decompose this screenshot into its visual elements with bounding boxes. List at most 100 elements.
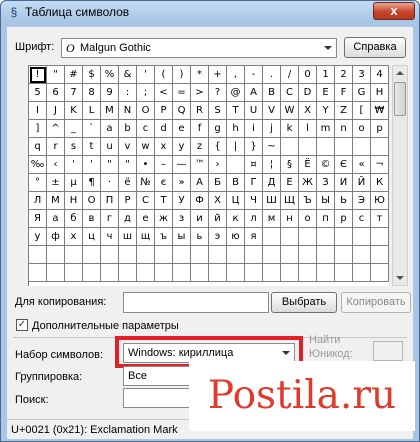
char-cell[interactable]: ± <box>47 174 65 192</box>
char-cell[interactable]: б <box>65 210 83 228</box>
char-cell[interactable]: · <box>101 174 119 192</box>
char-cell[interactable]: Q <box>173 102 191 120</box>
char-cell[interactable]: ` <box>83 120 101 138</box>
char-cell[interactable] <box>317 246 335 264</box>
char-cell[interactable] <box>173 264 191 282</box>
char-cell[interactable] <box>281 138 299 156</box>
char-cell[interactable]: n <box>335 120 353 138</box>
char-cell[interactable] <box>299 228 317 246</box>
char-cell[interactable]: л <box>245 210 263 228</box>
char-cell[interactable]: ы <box>173 228 191 246</box>
char-cell[interactable]: к <box>227 210 245 228</box>
char-cell[interactable] <box>353 138 371 156</box>
char-cell[interactable] <box>29 264 47 282</box>
scroll-up-arrow-icon[interactable] <box>396 71 404 75</box>
char-cell[interactable]: З <box>317 174 335 192</box>
char-cell[interactable]: ¦ <box>263 156 281 174</box>
char-cell[interactable] <box>245 246 263 264</box>
scroll-down-arrow-icon[interactable] <box>396 276 404 280</box>
char-cell[interactable]: № <box>137 174 155 192</box>
char-cell[interactable]: K <box>65 102 83 120</box>
char-cell[interactable]: O <box>137 102 155 120</box>
char-cell[interactable]: 0 <box>299 66 317 84</box>
char-cell[interactable] <box>263 264 281 282</box>
char-cell[interactable]: Т <box>155 192 173 210</box>
char-cell[interactable]: э <box>209 228 227 246</box>
char-cell[interactable]: – <box>155 156 173 174</box>
char-cell[interactable]: 5 <box>29 84 47 102</box>
char-cell[interactable]: C <box>281 84 299 102</box>
char-cell[interactable]: А <box>191 174 209 192</box>
char-cell[interactable]: О <box>83 192 101 210</box>
char-cell[interactable]: k <box>281 120 299 138</box>
char-cell[interactable]: ч <box>101 228 119 246</box>
char-cell[interactable]: ₩ <box>371 102 389 120</box>
char-cell[interactable] <box>317 228 335 246</box>
char-cell[interactable] <box>209 264 227 282</box>
char-cell[interactable]: & <box>119 66 137 84</box>
char-cell[interactable] <box>335 246 353 264</box>
grid-scrollbar[interactable] <box>392 65 408 286</box>
char-cell[interactable] <box>299 138 317 156</box>
char-cell[interactable] <box>335 138 353 156</box>
char-cell[interactable]: J <box>47 102 65 120</box>
char-cell[interactable] <box>209 246 227 264</box>
char-cell[interactable]: ? <box>209 84 227 102</box>
char-cell[interactable]: Г <box>245 174 263 192</box>
char-cell[interactable]: о <box>299 210 317 228</box>
char-cell[interactable]: є <box>155 174 173 192</box>
char-cell[interactable]: $ <box>83 66 101 84</box>
char-cell[interactable]: х <box>65 228 83 246</box>
char-cell[interactable]: И <box>335 174 353 192</box>
char-cell[interactable]: Л <box>29 192 47 210</box>
char-cell[interactable] <box>83 264 101 282</box>
char-cell[interactable] <box>335 228 353 246</box>
char-cell[interactable]: < <box>155 84 173 102</box>
char-cell[interactable]: " <box>47 66 65 84</box>
char-cell[interactable]: U <box>245 102 263 120</box>
char-cell[interactable]: и <box>191 210 209 228</box>
char-cell[interactable]: w <box>137 138 155 156</box>
char-cell[interactable]: > <box>191 84 209 102</box>
char-cell[interactable] <box>227 246 245 264</box>
char-cell[interactable]: d <box>155 120 173 138</box>
char-cell[interactable] <box>227 156 245 174</box>
char-cell[interactable]: Ш <box>263 192 281 210</box>
char-cell[interactable]: р <box>335 210 353 228</box>
char-cell[interactable]: ц <box>83 228 101 246</box>
char-cell[interactable] <box>47 246 65 264</box>
char-cell[interactable]: ъ <box>155 228 173 246</box>
char-cell[interactable]: К <box>371 174 389 192</box>
char-cell[interactable]: ‹ <box>47 156 65 174</box>
select-button[interactable]: Выбрать <box>271 292 337 313</box>
char-cell[interactable]: r <box>47 138 65 156</box>
char-cell[interactable]: X <box>299 102 317 120</box>
char-cell[interactable] <box>371 246 389 264</box>
char-cell[interactable]: l <box>299 120 317 138</box>
char-cell[interactable]: ) <box>173 66 191 84</box>
char-cell[interactable]: я <box>245 228 263 246</box>
char-cell[interactable]: p <box>371 120 389 138</box>
char-cell[interactable]: P <box>155 102 173 120</box>
char-cell[interactable]: у <box>29 228 47 246</box>
char-cell[interactable]: m <box>317 120 335 138</box>
char-cell[interactable]: | <box>227 138 245 156</box>
copy-input[interactable] <box>123 292 269 313</box>
char-cell[interactable] <box>65 246 83 264</box>
char-cell[interactable]: Ж <box>299 174 317 192</box>
char-cell[interactable]: Ю <box>371 192 389 210</box>
char-cell[interactable] <box>119 264 137 282</box>
char-cell[interactable]: У <box>173 192 191 210</box>
char-cell[interactable]: ¬ <box>371 156 389 174</box>
char-cell[interactable]: x <box>155 138 173 156</box>
char-cell[interactable]: + <box>209 66 227 84</box>
char-cell[interactable] <box>137 246 155 264</box>
char-cell[interactable]: ' <box>83 156 101 174</box>
char-cell[interactable]: ° <box>29 174 47 192</box>
char-cell[interactable] <box>227 264 245 282</box>
char-cell[interactable] <box>83 246 101 264</box>
char-cell[interactable]: h <box>227 120 245 138</box>
char-cell[interactable]: " <box>101 156 119 174</box>
char-cell[interactable]: В <box>227 174 245 192</box>
char-cell[interactable]: = <box>173 84 191 102</box>
